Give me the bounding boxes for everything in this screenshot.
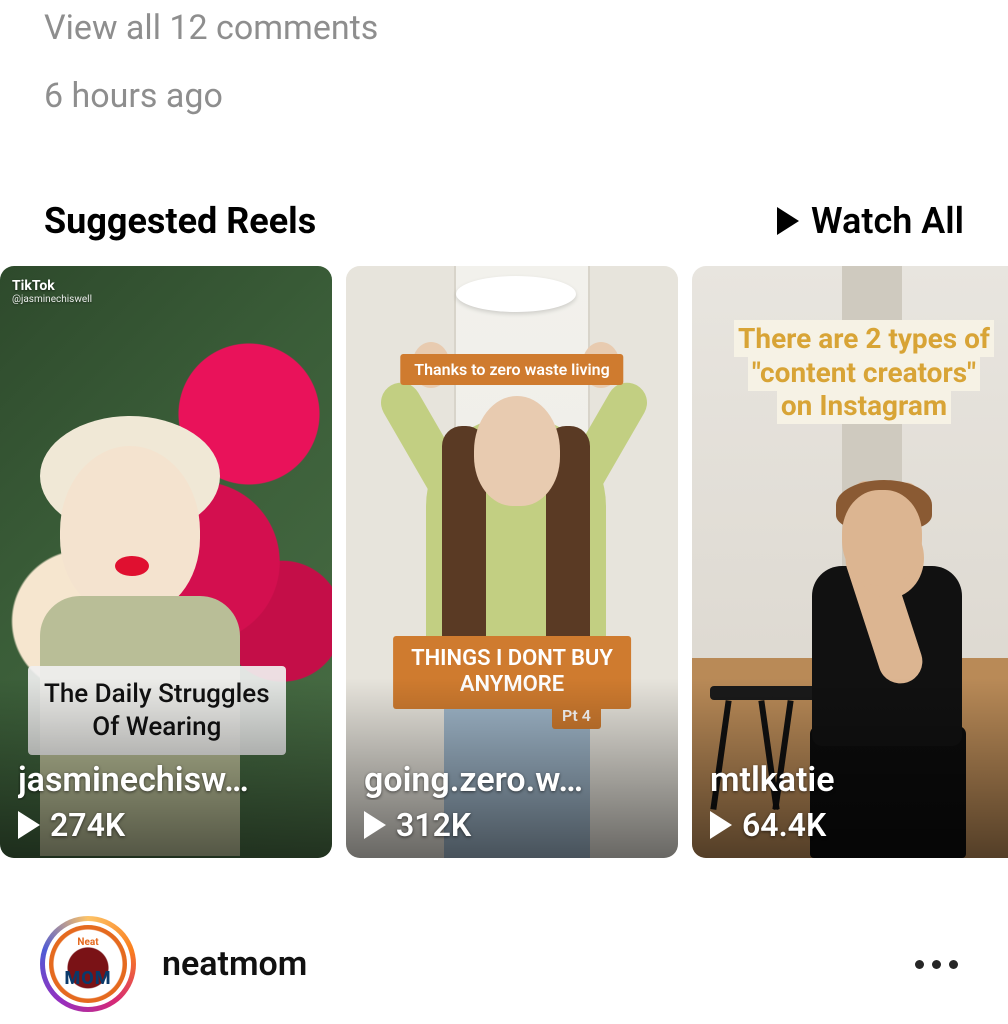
view-all-comments[interactable]: View all 12 comments — [44, 8, 964, 48]
reel-banner-top: Thanks to zero waste living — [400, 354, 623, 385]
reel-username: mtlkatie — [710, 760, 1006, 800]
suggested-reels-title: Suggested Reels — [44, 200, 316, 242]
play-icon — [777, 207, 799, 235]
reel-caption: There are 2 types of "content creators" … — [712, 322, 1008, 423]
reel-card[interactable]: TikTok @jasminechiswell The Daily Strugg… — [0, 266, 332, 858]
watch-all-button[interactable]: Watch All — [777, 200, 964, 242]
post-username[interactable]: neatmom — [162, 944, 307, 984]
post-timestamp: 6 hours ago — [44, 76, 964, 116]
watch-all-label: Watch All — [811, 200, 964, 242]
dots-icon — [915, 960, 924, 969]
reel-username: going.zero.w… — [364, 760, 660, 800]
reel-card[interactable]: There are 2 types of "content creators" … — [692, 266, 1008, 858]
reel-username: jasminechisw… — [18, 760, 314, 800]
avatar-story-ring[interactable]: Neat MOM — [40, 916, 136, 1012]
dots-icon — [949, 960, 958, 969]
post-header: Neat MOM neatmom — [0, 886, 1008, 1022]
reel-view-count: 274K — [18, 806, 314, 844]
play-icon — [710, 811, 732, 839]
dots-icon — [932, 960, 941, 969]
tiktok-watermark: TikTok @jasminechiswell — [12, 278, 92, 305]
reel-view-count: 312K — [364, 806, 660, 844]
more-options-button[interactable] — [905, 950, 968, 979]
play-icon — [364, 811, 386, 839]
reel-card[interactable]: Thanks to zero waste living THINGS I DON… — [346, 266, 678, 858]
avatar: Neat MOM — [49, 925, 127, 1003]
play-icon — [18, 811, 40, 839]
reels-carousel[interactable]: TikTok @jasminechiswell The Daily Strugg… — [0, 266, 1008, 858]
reel-view-count: 64.4K — [710, 806, 1006, 844]
